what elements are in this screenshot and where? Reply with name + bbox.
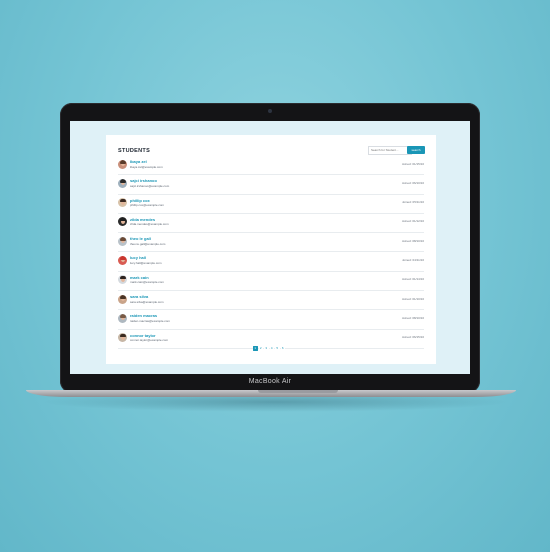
page-button-6[interactable]: 6 — [280, 346, 285, 351]
student-name[interactable]: sara silva — [130, 294, 148, 299]
student-email: sara.silva@example.com — [130, 299, 164, 304]
student-email: mark.cain@example.com — [130, 280, 164, 285]
student-list: Ibaya zel ibaya.zel@example.com Joined: 01… — [118, 156, 424, 349]
student-email: raiden.macras@example.com — [130, 318, 170, 323]
avatar — [118, 294, 127, 304]
page-button-4[interactable]: 4 — [269, 346, 274, 351]
student-row[interactable]: mark cain mark.cain@example.com Joined: 01… — [118, 272, 424, 292]
avatar — [118, 217, 127, 227]
student-row[interactable]: zilda mendes zilda.mendes@example.com Join… — [118, 214, 424, 234]
avatar-hair — [119, 160, 126, 164]
device-model-label: MacBook Air — [248, 378, 292, 385]
joined-date: Joined: 01/15/10 — [401, 161, 424, 166]
avatar-hair — [119, 275, 126, 280]
student-name[interactable]: zilda mendes — [130, 217, 155, 222]
joined-date: Joined: 01/14/10 — [401, 277, 424, 282]
avatar — [118, 178, 127, 188]
student-email: connor.taylor@example.com — [130, 338, 169, 343]
joined-date: Joined: 04/11/10 — [402, 257, 424, 262]
laptop-lid: STUDENTS search Ibaya zelibaya.zel@examp… — [60, 103, 480, 393]
avatar-hair — [119, 295, 126, 299]
avatar-hair — [119, 198, 126, 203]
student-row[interactable]: lucy hall lucy.hall@example.com Joined: 04… — [118, 252, 424, 272]
student-email: zilda.mendes@example.com — [130, 222, 169, 227]
joined-date: Joined: 01/12/10 — [401, 219, 424, 224]
joined-date: Joined: 05/11/10 — [402, 200, 424, 205]
student-name[interactable]: theo le gall — [130, 236, 151, 241]
page-title: STUDENTS — [118, 148, 151, 154]
joined-date: Joined: 06/10/10 — [401, 180, 424, 185]
student-row[interactable]: raiden macras raiden.macras@example.com Jo… — [118, 310, 424, 330]
avatar-hair — [119, 237, 126, 241]
student-name[interactable]: Ibaya zel — [130, 159, 147, 164]
pagination: 123456 — [253, 346, 285, 352]
student-row[interactable]: sara silva sara.silva@example.com Joined: … — [118, 291, 424, 311]
student-email: lucy.hall@example.com — [130, 260, 162, 265]
laptop-screen: STUDENTS search Ibaya zelibaya.zel@examp… — [70, 121, 470, 374]
joined-date: Joined: 08/10/10 — [401, 315, 424, 320]
student-email: ibaya.zel@example.com — [130, 164, 163, 169]
page-button-5[interactable]: 5 — [275, 346, 280, 351]
student-email: phillip.cox@example.com — [130, 203, 165, 208]
avatar — [118, 313, 127, 323]
student-name[interactable]: phillip cox — [130, 198, 150, 203]
page-button-3[interactable]: 3 — [264, 346, 269, 351]
page-button-2[interactable]: 2 — [258, 346, 263, 351]
student-name[interactable]: sajci irshanoo — [130, 178, 157, 183]
student-row[interactable]: Ibaya zel ibaya.zel@example.com Joined: 01… — [118, 156, 424, 176]
laptop-notch — [258, 390, 338, 393]
student-row[interactable]: sajci irshanoo sajci.irshanoo@example.com… — [118, 175, 424, 195]
avatar-hair — [119, 179, 126, 183]
laptop-base — [26, 390, 516, 397]
page-button-1[interactable]: 1 — [253, 346, 258, 351]
avatar — [118, 333, 127, 343]
avatar — [118, 236, 127, 246]
student-name[interactable]: raiden macras — [130, 313, 157, 318]
avatar-hair — [119, 217, 126, 222]
camera-icon — [268, 109, 272, 113]
joined-date: Joined: 06/15/10 — [401, 335, 424, 340]
student-name[interactable]: lucy hall — [130, 255, 146, 260]
search-input[interactable] — [368, 146, 412, 155]
search-button[interactable]: search — [407, 146, 425, 154]
avatar-hair — [119, 314, 126, 318]
avatar-hair — [119, 256, 126, 260]
student-name[interactable]: mark cain — [130, 275, 149, 280]
joined-date: Joined: 01/10/10 — [401, 296, 424, 301]
avatar — [118, 159, 127, 169]
avatar-hair — [119, 333, 126, 338]
joined-date: Joined: 08/10/10 — [401, 238, 424, 243]
student-row[interactable]: theo le gall theo.le.gall@example.com Join… — [118, 233, 424, 253]
avatar — [118, 198, 127, 208]
student-email: theo.le.gall@example.com — [130, 241, 166, 246]
students-card: STUDENTS search Ibaya zelibaya.zel@examp… — [106, 135, 436, 364]
student-name[interactable]: connor taylor — [130, 333, 156, 338]
avatar — [118, 275, 127, 285]
student-row[interactable]: phillip cox phillip.cox@example.com Joined… — [118, 195, 424, 214]
avatar — [118, 255, 127, 265]
student-email: sajci.irshanoo@example.com — [130, 183, 170, 188]
